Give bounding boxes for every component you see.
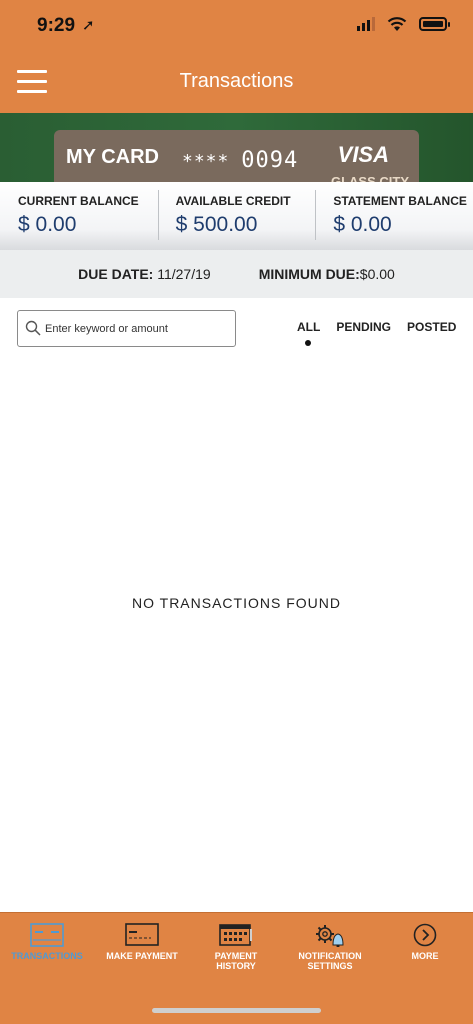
nav-more-label: MORE [411, 951, 439, 961]
nav-notification-settings[interactable]: NOTIFICATION SETTINGS [283, 923, 377, 971]
minimum-due-label: MINIMUM DUE: [258, 266, 360, 282]
statement-balance-label: STATEMENT BALANCE [333, 194, 467, 208]
available-credit-value: $ 500.00 [175, 213, 258, 236]
tab-posted[interactable]: POSTED [407, 320, 456, 334]
search-icon [25, 320, 41, 336]
available-credit-label: AVAILABLE CREDIT [175, 194, 291, 208]
nav-notification-settings-label: NOTIFICATION SETTINGS [298, 951, 362, 971]
card-masked: **** [182, 151, 230, 172]
current-balance: CURRENT BALANCE $ 0.00 [0, 182, 158, 250]
status-icons [357, 16, 450, 32]
nav-transactions[interactable]: TRANSACTIONS [0, 923, 94, 961]
tab-pending[interactable]: PENDING [336, 320, 391, 334]
due-date: DUE DATE: 11/27/19 [78, 266, 211, 282]
top-bar: 9:29 ➚ Transactions [0, 0, 473, 113]
current-balance-value: $ 0.00 [18, 213, 77, 236]
due-row: DUE DATE: 11/27/19 MINIMUM DUE:$0.00 [0, 250, 473, 298]
search-box[interactable] [17, 310, 236, 347]
tab-all-label: ALL [297, 320, 321, 334]
current-balance-label: CURRENT BALANCE [18, 194, 139, 208]
status-time: 9:29 [37, 15, 76, 36]
nav-make-payment-label: MAKE PAYMENT [106, 951, 178, 961]
balances-row: CURRENT BALANCE $ 0.00 AVAILABLE CREDIT … [0, 182, 473, 250]
minimum-due: MINIMUM DUE:$0.00 [259, 266, 395, 282]
card-banner: MY CARD **** 0094 VISA GLASS CITY [0, 113, 473, 182]
nav-payment-history-label: PAYMENT HISTORY [214, 951, 258, 971]
minimum-due-value: $0.00 [359, 266, 395, 282]
nav-more[interactable]: MORE [378, 923, 472, 961]
tab-all[interactable]: ALL [297, 320, 321, 346]
statement-balance: STATEMENT BALANCE $ 0.00 [315, 182, 473, 250]
empty-state-message: NO TRANSACTIONS FOUND [132, 595, 341, 611]
home-indicator [152, 1008, 321, 1013]
wifi-icon [387, 17, 407, 31]
transactions-icon [30, 923, 64, 947]
card-name: MY CARD [66, 146, 159, 168]
card-number: **** 0094 [182, 148, 298, 173]
card-issuer: GLASS CITY [330, 174, 409, 182]
chevron-right-circle-icon [413, 923, 437, 947]
credit-card[interactable]: MY CARD **** 0094 VISA GLASS CITY [54, 130, 419, 182]
due-date-value: 11/27/19 [157, 266, 211, 282]
nav-transactions-label: TRANSACTIONS [11, 951, 83, 961]
card-last4: 0094 [241, 148, 299, 173]
nav-payment-history[interactable]: PAYMENT HISTORY [189, 923, 283, 971]
available-credit: AVAILABLE CREDIT $ 500.00 [157, 182, 316, 250]
nav-make-payment[interactable]: MAKE PAYMENT [95, 923, 189, 961]
page-title: Transactions [179, 70, 294, 92]
calendar-icon [219, 924, 252, 946]
filter-tabs: ALL PENDING POSTED [297, 320, 456, 346]
battery-icon [419, 17, 450, 31]
location-arrow-icon: ➚ [82, 17, 95, 34]
signal-icon [357, 17, 375, 31]
selected-indicator-dot [305, 340, 311, 346]
search-input[interactable] [45, 313, 230, 344]
statement-balance-value: $ 0.00 [333, 213, 392, 236]
due-date-label: DUE DATE: [78, 266, 154, 282]
visa-logo: VISA [337, 142, 389, 167]
card-icon [125, 923, 159, 946]
gear-bell-icon [316, 925, 344, 947]
